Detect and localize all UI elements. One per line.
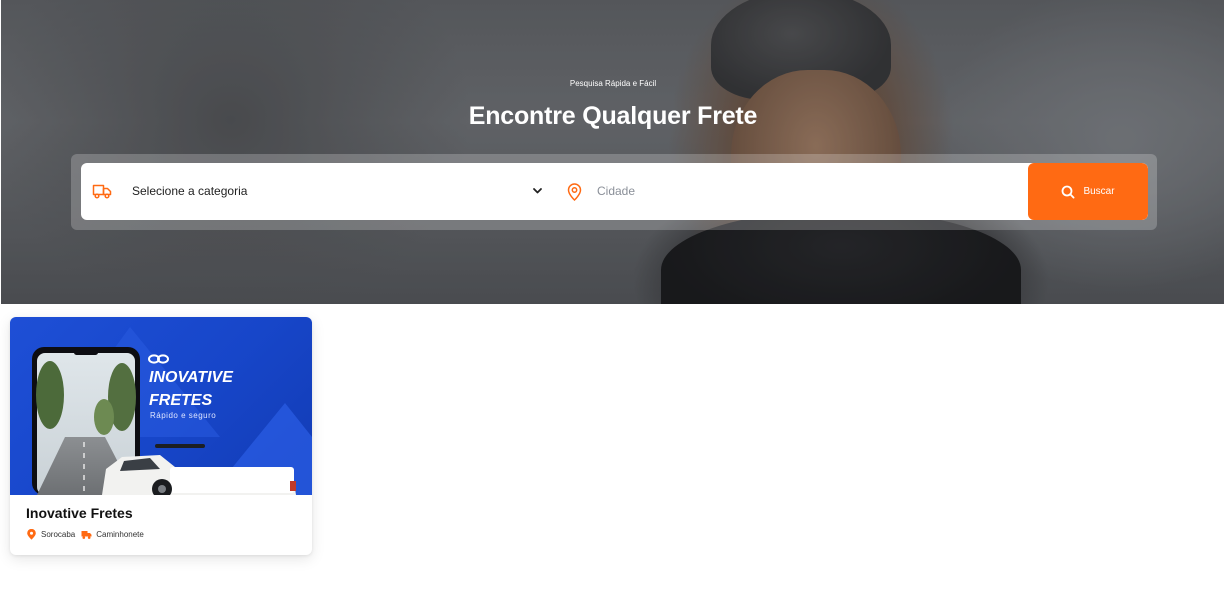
truck-icon <box>81 530 92 539</box>
listing-vehicle-text: Caminhonete <box>96 529 144 539</box>
listing-card[interactable]: INOVATIVE FRETES Rápido e seguro Inovati… <box>10 317 312 555</box>
category-select[interactable]: Selecione a categoria <box>132 184 247 198</box>
search-button-label: Buscar <box>1083 186 1115 197</box>
listing-city-text: Sorocaba <box>41 529 76 539</box>
listing-city: Sorocaba <box>26 528 76 540</box>
hero-banner <box>1 0 1224 304</box>
listing-image: INOVATIVE FRETES Rápido e seguro <box>10 317 312 495</box>
search-button[interactable]: Buscar <box>1028 163 1148 220</box>
brand-slogan: Rápido e seguro <box>150 411 216 420</box>
brand-line-2: FRETES <box>149 392 212 409</box>
hero-title: Encontre Qualquer Frete <box>468 102 758 130</box>
hero-overlay <box>1 0 1224 304</box>
listing-title[interactable]: Inovative Fretes <box>26 505 133 521</box>
listing-vehicle: Caminhonete <box>81 529 144 540</box>
city-input[interactable] <box>597 177 1017 205</box>
truck-icon <box>92 184 112 199</box>
hero-tagline: Pesquisa Rápida e Fácil <box>569 79 657 88</box>
listing-meta: Sorocaba Caminhonete <box>26 528 150 540</box>
brand-line-1: INOVATIVE <box>149 369 234 386</box>
chevron-down-icon[interactable] <box>532 186 543 195</box>
map-pin-icon <box>567 183 582 201</box>
search-bar: Selecione a categoria Buscar <box>81 163 1148 220</box>
search-icon <box>1062 185 1075 198</box>
map-pin-icon <box>27 528 36 540</box>
